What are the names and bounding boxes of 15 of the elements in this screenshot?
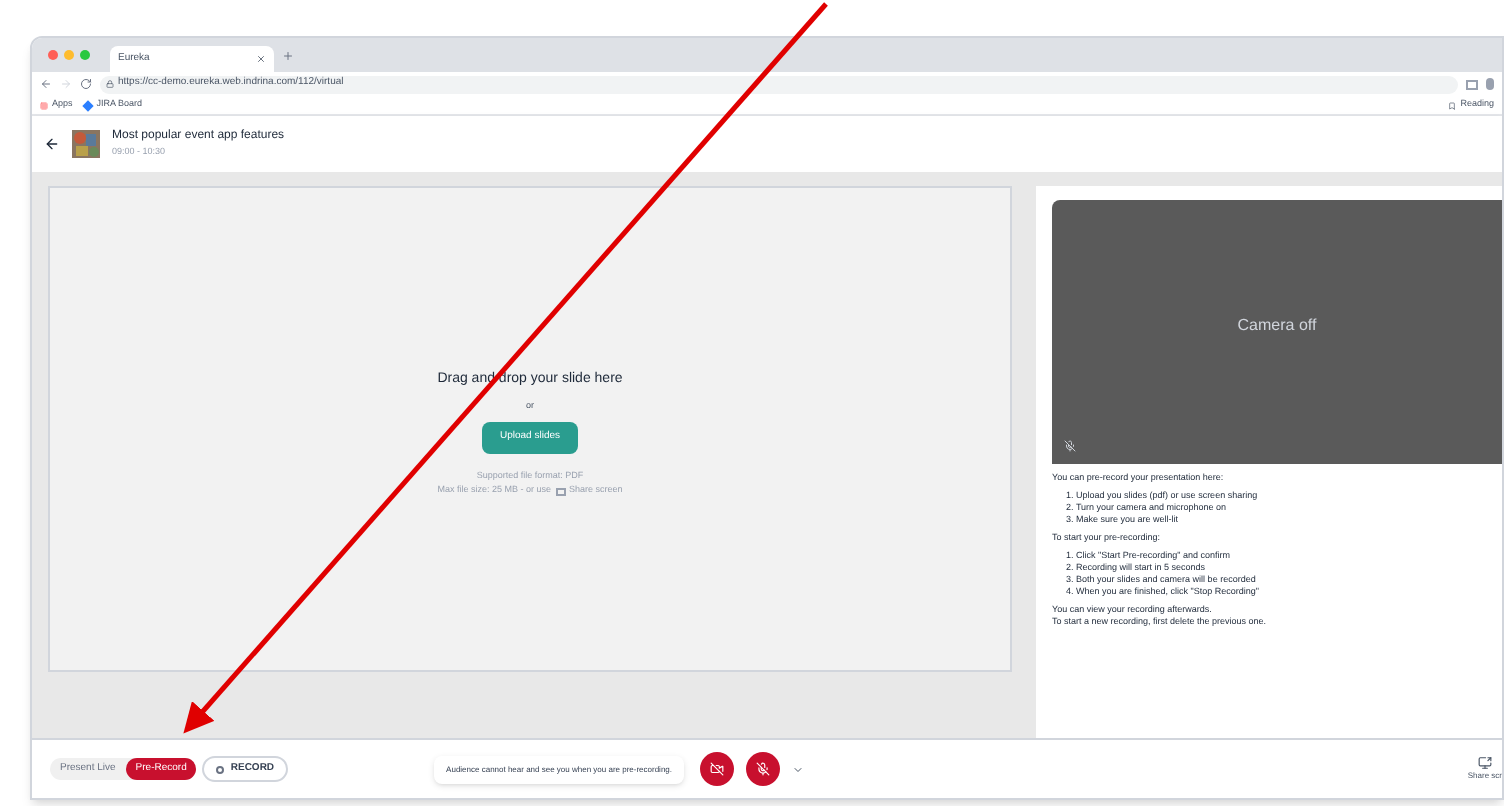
record-icon: [216, 765, 225, 773]
lock-icon: [106, 80, 114, 88]
camera-off-icon: [710, 762, 725, 776]
mic-off-icon: [1064, 440, 1076, 452]
camera-off-label: Camera off: [1237, 320, 1317, 332]
share-screen-icon: [1477, 756, 1492, 770]
back-icon[interactable]: [44, 136, 60, 152]
mic-toggle-button[interactable]: [746, 752, 781, 786]
reload-icon[interactable]: [80, 78, 92, 90]
new-tab-icon[interactable]: [282, 49, 294, 61]
reading-list-icon: [1448, 101, 1457, 109]
dropdown-icon[interactable]: [792, 763, 805, 775]
mic-off-icon: [756, 762, 771, 776]
share-screen-icon: [555, 487, 565, 496]
camera-toggle-button[interactable]: [700, 752, 735, 786]
